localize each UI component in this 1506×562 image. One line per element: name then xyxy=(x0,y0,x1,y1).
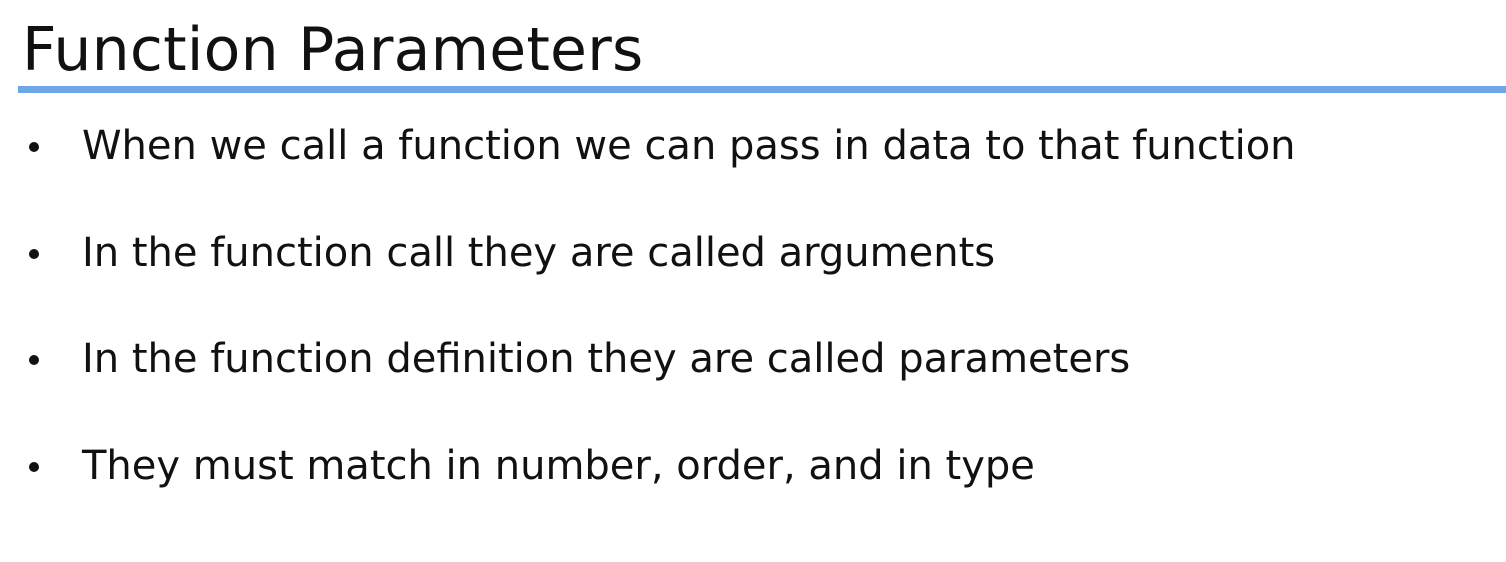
list-item: In the function call they are called arg… xyxy=(0,215,1506,322)
bullet-text: When we call a function we can pass in d… xyxy=(82,123,1296,169)
bullet-icon xyxy=(29,355,39,365)
bullet-text: In the function call they are called arg… xyxy=(82,229,996,276)
bullet-icon xyxy=(29,248,39,259)
bullet-text: In the function definition they are call… xyxy=(82,336,1131,382)
list-item: In the function definition they are call… xyxy=(0,321,1506,428)
bullet-icon xyxy=(29,461,39,472)
bullet-icon xyxy=(29,142,39,152)
slide-title: Function Parameters xyxy=(22,15,644,85)
list-item: They must match in number, order, and in… xyxy=(0,428,1506,535)
title-underline xyxy=(18,86,1506,93)
list-item: When we call a function we can pass in d… xyxy=(0,108,1506,215)
bullet-text: They must match in number, order, and in… xyxy=(82,442,1035,489)
bullet-list: When we call a function we can pass in d… xyxy=(0,108,1506,534)
slide: Function Parameters When we call a funct… xyxy=(0,0,1506,562)
